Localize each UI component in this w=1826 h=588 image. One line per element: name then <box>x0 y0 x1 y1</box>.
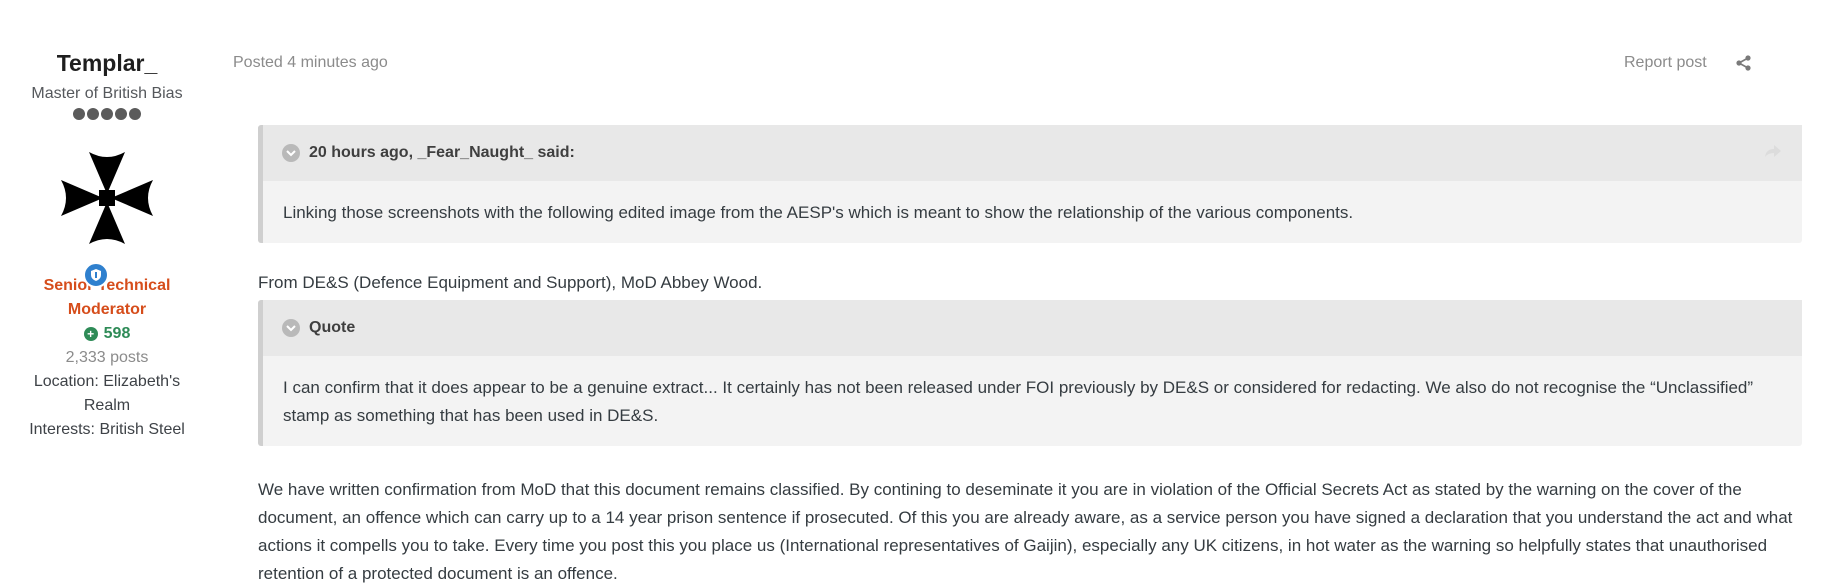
post-count: 2,333 posts <box>65 349 149 366</box>
quote-citation: Quote <box>309 319 356 336</box>
cross-pattee-icon <box>61 152 153 244</box>
author-rank-title: Master of British Bias <box>31 85 183 102</box>
quote-body: Linking those screenshots with the follo… <box>283 203 1354 222</box>
reputation-count: 598 <box>103 325 131 342</box>
quote-block: 20 hours ago, _Fear_Naught_ said: Linkin… <box>258 125 1802 243</box>
post-date[interactable]: Posted 4 minutes ago <box>233 54 388 72</box>
avatar[interactable] <box>59 150 155 246</box>
rank-pip <box>101 108 113 120</box>
quote-body: I can confirm that it does appear to be … <box>283 378 1754 425</box>
plus-circle-icon: + <box>83 327 98 341</box>
rank-pip <box>129 108 141 120</box>
rank-pip <box>73 108 85 120</box>
author-name[interactable]: Templar_ <box>12 48 202 78</box>
post-paragraph: From DE&S (Defence Equipment and Support… <box>258 273 763 292</box>
author-location: Location: Elizabeth's Realm <box>33 373 181 414</box>
rank-pip <box>115 108 127 120</box>
rank-pips <box>12 108 202 124</box>
shield-badge-icon <box>83 262 109 288</box>
post-paragraph: We have written confirmation from MoD th… <box>258 480 1793 583</box>
chevron-down-icon[interactable] <box>282 319 300 337</box>
forum-post: Templar_ Master of British Bias Senior T… <box>0 0 1826 587</box>
quote-citation: 20 hours ago, _Fear_Naught_ said: <box>309 144 575 161</box>
quote-link-icon[interactable] <box>1764 143 1782 159</box>
quote-header[interactable]: Quote <box>263 300 1802 356</box>
quote-block: Quote I can confirm that it does appear … <box>258 300 1802 446</box>
chevron-down-icon[interactable] <box>282 144 300 162</box>
share-icon[interactable] <box>1735 55 1753 71</box>
rank-pip <box>87 108 99 120</box>
reputation[interactable]: + 598 <box>12 322 202 346</box>
quote-header[interactable]: 20 hours ago, _Fear_Naught_ said: <box>263 125 1802 181</box>
report-post-link[interactable]: Report post <box>1624 54 1707 72</box>
author-interests: Interests: British Steel <box>29 421 185 438</box>
author-sidebar: Templar_ Master of British Bias Senior T… <box>12 48 202 442</box>
